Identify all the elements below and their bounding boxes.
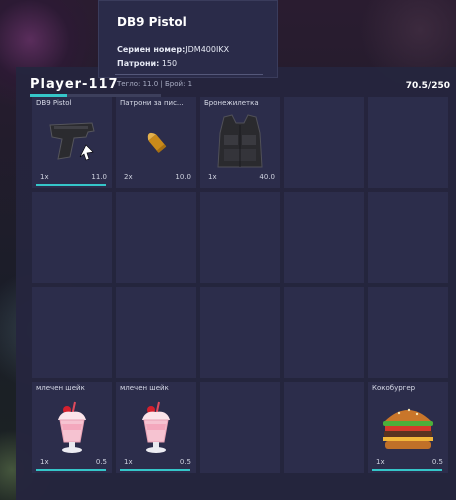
bullet-icon <box>141 127 171 161</box>
milkshake-icon <box>139 400 173 458</box>
inventory-slot[interactable]: DB9 Pistol 1x 11.0 <box>32 97 112 188</box>
slot-item-name: млечен шейк <box>120 384 169 392</box>
empty-slot[interactable] <box>284 192 364 283</box>
vest-icon <box>212 113 268 175</box>
slot-durability-bar <box>372 469 442 471</box>
tooltip-serial-label: Сериен номер: <box>117 45 186 54</box>
slot-durability-bar <box>120 469 190 471</box>
empty-slot[interactable] <box>200 287 280 378</box>
slot-quantity: 1x <box>40 173 49 181</box>
inventory-slot[interactable]: Кокобургер 1x 0.5 <box>368 382 448 473</box>
tooltip-ammo-value: 150 <box>161 59 178 68</box>
slot-quantity: 1x <box>376 458 385 466</box>
inventory-slot[interactable]: Патрони за пис... 2x 10.0 <box>116 97 196 188</box>
slot-item-name: Патрони за пис... <box>120 99 184 107</box>
empty-slot[interactable] <box>116 287 196 378</box>
tooltip-ammo-label: Патрони: <box>117 59 160 68</box>
slot-item-name: Бронежилетка <box>204 99 259 107</box>
tooltip-title: DB9 Pistol <box>117 15 187 29</box>
empty-slot[interactable] <box>200 382 280 473</box>
inventory-panel: Player-117 70.5/250 DB9 Pistol 1x 11.0 Патр… <box>16 67 456 500</box>
empty-slot[interactable] <box>284 382 364 473</box>
tooltip-divider <box>115 74 263 75</box>
slot-item-name: Кокобургер <box>372 384 416 392</box>
pistol-icon <box>46 119 98 169</box>
slot-durability-bar <box>36 469 106 471</box>
item-tooltip: DB9 Pistol Сериен номер:JDM400IKX Патрон… <box>98 0 278 88</box>
slot-quantity: 1x <box>124 458 133 466</box>
player-name: Player-117 <box>30 77 119 92</box>
slot-durability-bar <box>36 184 106 186</box>
empty-slot[interactable] <box>368 97 448 188</box>
empty-slot[interactable] <box>368 287 448 378</box>
slot-weight: 0.5 <box>179 458 191 466</box>
burger-icon <box>379 401 437 457</box>
tooltip-ammo: Патрони: 150 <box>117 59 177 68</box>
slot-weight: 0.5 <box>431 458 443 466</box>
empty-slot[interactable] <box>116 192 196 283</box>
slot-item-name: DB9 Pistol <box>36 99 72 107</box>
empty-slot[interactable] <box>284 287 364 378</box>
milkshake-icon <box>55 400 89 458</box>
tooltip-serial: Сериен номер:JDM400IKX <box>117 45 229 54</box>
weight-readout: 70.5/250 <box>405 81 450 91</box>
tooltip-serial-value: JDM400IKX <box>185 45 230 54</box>
slot-weight: 10.0 <box>175 173 191 181</box>
empty-slot[interactable] <box>32 192 112 283</box>
empty-slot[interactable] <box>368 192 448 283</box>
slot-weight: 11.0 <box>91 173 107 181</box>
empty-slot[interactable] <box>200 192 280 283</box>
slot-quantity: 2x <box>124 173 133 181</box>
inventory-slot[interactable]: млечен шейк 1x 0.5 <box>116 382 196 473</box>
empty-slot[interactable] <box>284 97 364 188</box>
slot-weight: 0.5 <box>95 458 107 466</box>
slot-quantity: 1x <box>40 458 49 466</box>
slot-item-name: млечен шейк <box>36 384 85 392</box>
tooltip-footer: Тегло: 11.0 | Брой: 1 <box>117 80 193 88</box>
inventory-slot[interactable]: млечен шейк 1x 0.5 <box>32 382 112 473</box>
inventory-slot[interactable]: Бронежилетка 1x 40.0 <box>200 97 280 188</box>
empty-slot[interactable] <box>32 287 112 378</box>
